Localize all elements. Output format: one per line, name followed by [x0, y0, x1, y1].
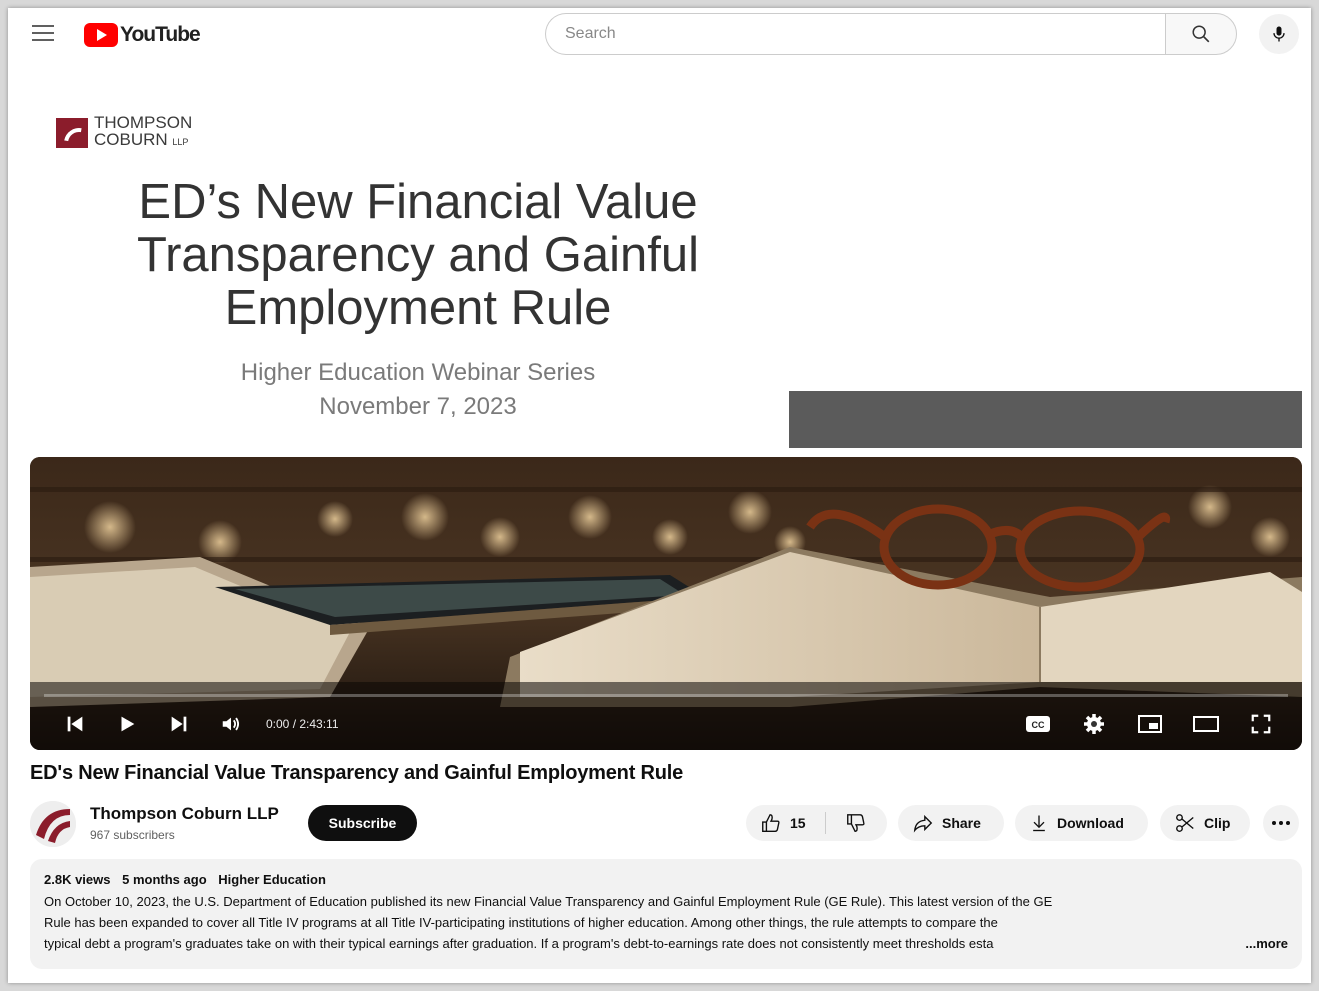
youtube-logo[interactable]: YouTube [84, 22, 201, 48]
volume-button[interactable] [216, 709, 246, 739]
settings-button[interactable] [1079, 709, 1109, 739]
play-icon [121, 716, 135, 732]
search-input[interactable] [545, 13, 1165, 55]
description-meta: 2.8K views 5 months ago Higher Education [44, 872, 1288, 887]
thumbs-up-icon [762, 814, 780, 832]
description-line: On October 10, 2023, the U.S. Department… [44, 894, 1053, 909]
youtube-play-icon [84, 23, 118, 47]
like-button[interactable]: 15 [746, 805, 825, 841]
dislike-button[interactable] [825, 805, 887, 841]
description-line: Rule has been expanded to cover all Titl… [44, 915, 998, 930]
play-button[interactable] [112, 709, 142, 739]
previous-button[interactable] [60, 709, 90, 739]
firm-logo-avatar-icon [30, 801, 76, 847]
subscribe-button[interactable]: Subscribe [308, 805, 417, 841]
captions-icon: CC [1026, 716, 1050, 732]
download-button[interactable]: Download [1015, 805, 1148, 841]
view-count: 2.8K views [44, 872, 111, 887]
clip-label: Clip [1204, 815, 1231, 831]
browser-page: YouTube THOMPSON COBURN LLP ED’s New Fin… [8, 8, 1311, 983]
clip-button[interactable]: Clip [1160, 805, 1250, 841]
search-button[interactable] [1165, 13, 1237, 55]
scissors-icon [1176, 814, 1194, 832]
description-box[interactable]: 2.8K views 5 months ago Higher Education… [30, 859, 1302, 969]
volume-icon [222, 717, 240, 731]
firm-logo-mark [56, 117, 88, 148]
slide-title-line: Transparency and Gainful [137, 228, 699, 282]
slide-subtitle: Higher Education Webinar Series November… [68, 356, 768, 424]
theater-mode-icon [1193, 716, 1219, 732]
slide-title: ED’s New Financial Value Transparency an… [68, 176, 768, 335]
skip-previous-icon [67, 716, 83, 732]
menu-icon[interactable] [32, 25, 54, 43]
time-display: 0:00 / 2:43:11 [266, 717, 339, 731]
video-title: ED's New Financial Value Transparency an… [30, 762, 684, 784]
slide-title-line: ED’s New Financial Value [138, 175, 698, 229]
player-controls: 0:00 / 2:43:11 CC [30, 705, 1302, 745]
video-player[interactable]: 0:00 / 2:43:11 CC [30, 457, 1302, 750]
fullscreen-icon [1251, 714, 1271, 734]
slide-title-line: Employment Rule [224, 281, 612, 335]
thumbs-down-icon [847, 814, 865, 832]
slide-gray-bar [789, 391, 1302, 448]
subscriber-count: 967 subscribers [90, 828, 175, 842]
search-icon [1192, 25, 1210, 43]
firm-suffix: LLP [172, 137, 189, 147]
masthead: YouTube [8, 8, 1311, 64]
skip-next-icon [171, 716, 187, 732]
firm-logo: THOMPSON COBURN LLP [56, 114, 192, 151]
logo-text: YouTube [120, 23, 201, 46]
slide-series: Higher Education Webinar Series [240, 359, 596, 386]
share-button[interactable]: Share [898, 805, 1004, 841]
download-icon [1033, 815, 1045, 832]
upload-age: 5 months ago [122, 872, 207, 887]
svg-text:CC: CC [1032, 720, 1045, 730]
theater-mode-button[interactable] [1191, 709, 1221, 739]
like-divider [825, 812, 826, 834]
microphone-icon [1273, 26, 1285, 42]
miniplayer-icon [1138, 715, 1162, 733]
fullscreen-button[interactable] [1246, 709, 1276, 739]
share-icon [913, 814, 933, 833]
slide-date: November 7, 2023 [319, 393, 517, 420]
firm-name-line2: COBURN [94, 130, 168, 149]
description-line: typical debt a program's graduates take … [44, 936, 994, 951]
gear-icon [1084, 714, 1104, 734]
search-box [545, 13, 1237, 55]
more-actions-button[interactable] [1263, 805, 1299, 841]
category-link[interactable]: Higher Education [218, 872, 326, 887]
channel-name[interactable]: Thompson Coburn LLP [90, 804, 279, 824]
channel-avatar[interactable] [30, 801, 76, 847]
voice-search-button[interactable] [1259, 14, 1299, 54]
show-more-link[interactable]: ...more [1211, 933, 1288, 954]
video-slide: THOMPSON COBURN LLP ED’s New Financial V… [8, 64, 1311, 454]
firm-name-line1: THOMPSON [94, 113, 193, 132]
download-label: Download [1057, 815, 1124, 831]
progress-bar[interactable] [44, 694, 1288, 697]
miniplayer-button[interactable] [1135, 709, 1165, 739]
like-count: 15 [790, 815, 806, 831]
description-text: On October 10, 2023, the U.S. Department… [44, 891, 1288, 954]
share-label: Share [942, 815, 981, 831]
more-horizontal-icon [1272, 821, 1290, 825]
next-button[interactable] [164, 709, 194, 739]
like-dislike-group: 15 [746, 805, 887, 841]
captions-button[interactable]: CC [1023, 709, 1053, 739]
